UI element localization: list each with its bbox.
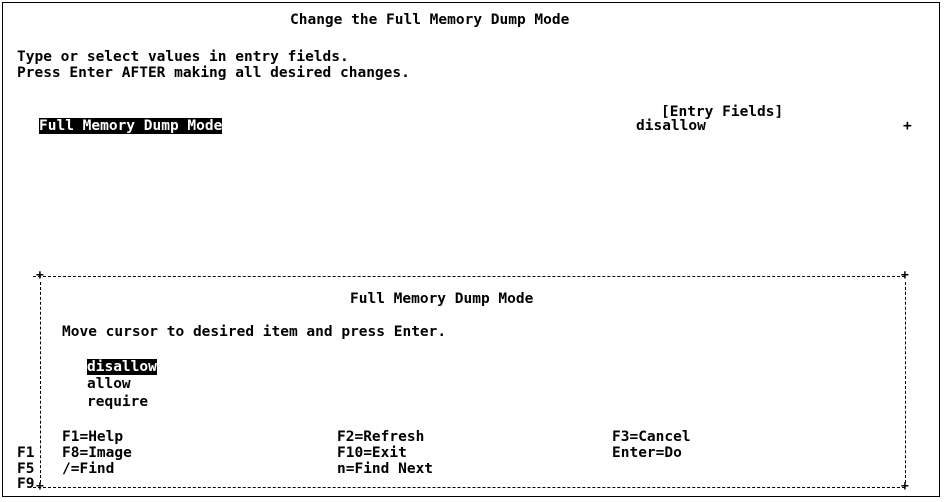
find-key[interactable]: /=Find xyxy=(62,461,114,477)
popup-corner-tl: + xyxy=(36,268,44,283)
popup-right-border xyxy=(905,282,906,483)
enter-do-key[interactable]: Enter=Do xyxy=(612,445,682,461)
popup-corner-br: + xyxy=(901,479,909,494)
f10-exit-key[interactable]: F10=Exit xyxy=(337,445,407,461)
popup-title: Full Memory Dump Mode xyxy=(350,291,534,307)
instruction-line-1: Type or select values in entry fields. xyxy=(17,49,349,65)
f8-image-key[interactable]: F8=Image xyxy=(62,445,132,461)
f1-help-key[interactable]: F1=Help xyxy=(62,429,123,445)
instruction-line-2: Press Enter AFTER making all desired cha… xyxy=(17,65,410,81)
popup-corner-bl: + xyxy=(36,479,44,494)
popup-corner-tr: + xyxy=(901,268,909,283)
f3-cancel-key[interactable]: F3=Cancel xyxy=(612,429,691,445)
find-next-key[interactable]: n=Find Next xyxy=(337,461,433,477)
popup-instruction: Move cursor to desired item and press En… xyxy=(62,324,447,340)
background-f1-key[interactable]: F1 xyxy=(17,445,34,461)
background-f5-key[interactable]: F5 xyxy=(17,461,34,477)
full-memory-dump-mode-field[interactable]: disallow xyxy=(636,118,706,134)
popup-bottom-border xyxy=(33,487,905,488)
f2-refresh-key[interactable]: F2=Refresh xyxy=(337,429,424,445)
option-allow[interactable]: allow xyxy=(87,376,131,392)
popup-left-border xyxy=(40,282,41,483)
list-indicator-icon[interactable]: + xyxy=(903,118,912,134)
background-f9-key[interactable]: F9 xyxy=(17,477,34,491)
popup-top-border xyxy=(33,276,905,277)
option-require[interactable]: require xyxy=(87,394,148,410)
page-title: Change the Full Memory Dump Mode xyxy=(290,12,570,28)
full-memory-dump-mode-label[interactable]: Full Memory Dump Mode xyxy=(39,118,223,134)
option-disallow[interactable]: disallow xyxy=(87,359,157,375)
